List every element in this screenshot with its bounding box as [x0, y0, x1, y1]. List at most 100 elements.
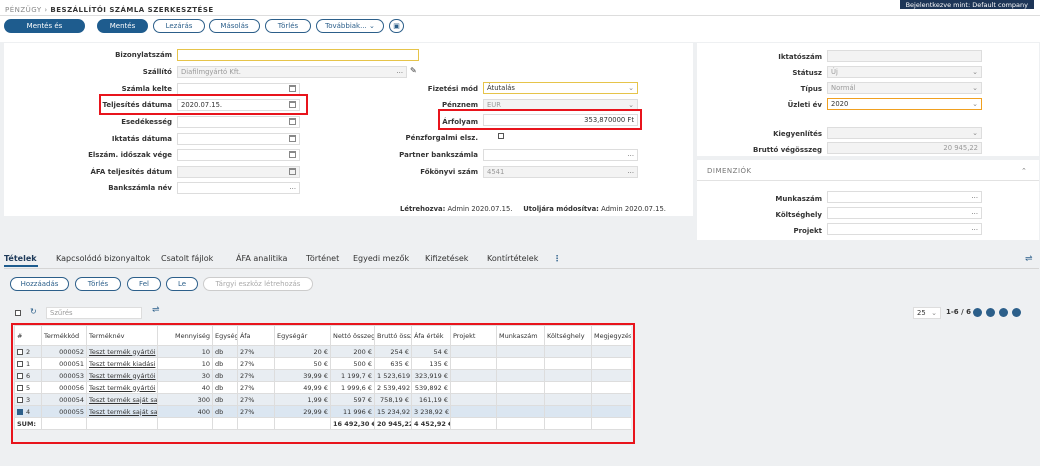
- munkaszam-label: Munkaszám: [775, 195, 822, 203]
- chevron-down-icon: ⌄: [972, 84, 978, 92]
- szallito-value: Diafilmgyártó Kft.: [181, 68, 241, 76]
- penzforgalmi-label: Pénzforgalmi elsz.: [405, 134, 478, 142]
- elszam-label: Elszám. időszak vége: [88, 151, 172, 159]
- arfolyam-input[interactable]: 353,870000 Ft: [483, 114, 638, 126]
- lookup-icon[interactable]: ...: [628, 149, 634, 159]
- add-button[interactable]: Hozzáadás: [10, 277, 69, 291]
- uzleti-ev-select[interactable]: 2020 ⌄: [827, 98, 982, 110]
- bizonylatszam-input[interactable]: [177, 49, 419, 61]
- asset-button[interactable]: Tárgyi eszköz létrehozás: [203, 277, 313, 291]
- fokonyvi-label: Főkönyvi szám: [420, 168, 478, 176]
- more-button[interactable]: Továbbiak... ⌄: [316, 19, 384, 33]
- tab-csatolt[interactable]: Csatolt fájlok: [161, 254, 213, 263]
- select-all-checkbox[interactable]: [15, 310, 21, 316]
- close-button[interactable]: Lezárás: [153, 19, 205, 33]
- lookup-icon[interactable]: ...: [290, 182, 296, 192]
- szamla-kelte-label: Számla kelte: [121, 85, 172, 93]
- more-label: Továbbiak...: [325, 22, 367, 30]
- calendar-icon[interactable]: [289, 168, 296, 175]
- tab-egyedi[interactable]: Egyedi mezők: [353, 254, 409, 263]
- page-size-select[interactable]: 25 ⌄: [913, 307, 941, 319]
- esedekesseg-input[interactable]: [177, 116, 300, 128]
- penzforgalmi-checkbox[interactable]: [498, 133, 504, 139]
- tab-kifizetesek[interactable]: Kifizetések: [425, 254, 468, 263]
- tipus-select[interactable]: Normál ⌄: [827, 82, 982, 94]
- calendar-icon[interactable]: [289, 151, 296, 158]
- save-close-button[interactable]: Mentés és bezárás: [4, 19, 85, 42]
- edit-icon[interactable]: ✎: [410, 66, 417, 75]
- next-page-icon[interactable]: [999, 308, 1008, 317]
- koltseghely-input[interactable]: ...: [827, 207, 982, 219]
- last-page-icon[interactable]: [1012, 308, 1021, 317]
- iktatoszam-label: Iktatószám: [778, 53, 822, 61]
- tab-afa-analitika[interactable]: ÁFA analitika: [236, 254, 287, 263]
- chevron-down-icon: ⌄: [628, 84, 634, 92]
- first-page-icon[interactable]: [973, 308, 982, 317]
- tipus-label: Típus: [800, 85, 822, 93]
- prev-page-icon[interactable]: [986, 308, 995, 317]
- filter-reset-icon[interactable]: ↻: [30, 307, 37, 316]
- koltseghely-label: Költséghely: [775, 211, 822, 219]
- chevron-down-icon: ⌄: [931, 309, 937, 317]
- statusz-select[interactable]: Új ⌄: [827, 66, 982, 78]
- breadcrumb: PÉNZÜGY › BESZÁLLÍTÓI SZÁMLA SZERKESZTÉS…: [5, 6, 214, 14]
- afa-telj-label: ÁFA teljesítés dátum: [90, 168, 172, 176]
- fizetesi-select[interactable]: Átutalás ⌄: [483, 82, 638, 94]
- lookup-icon[interactable]: ...: [628, 166, 634, 176]
- calendar-icon[interactable]: [289, 85, 296, 92]
- created-info: Létrehozva: Admin 2020.07.15. Utoljára m…: [400, 205, 666, 213]
- filter-input[interactable]: Szűrés: [46, 307, 142, 319]
- statusz-label: Státusz: [792, 69, 822, 77]
- munkaszam-input[interactable]: ...: [827, 191, 982, 203]
- tab-tetelek[interactable]: Tételek: [4, 254, 37, 263]
- iktatoszam-input[interactable]: [827, 50, 982, 62]
- chevron-down-icon: ⌄: [972, 68, 978, 76]
- afa-telj-input[interactable]: [177, 166, 300, 178]
- user-badge: Bejelentkezve mint: Default company: [899, 0, 1034, 9]
- kiegyenlites-select[interactable]: ⌄: [827, 127, 982, 139]
- brutto-label: Bruttó végösszeg: [752, 146, 822, 154]
- bankszamla-input[interactable]: ...: [177, 182, 300, 194]
- lookup-icon[interactable]: ...: [397, 66, 403, 76]
- partner-bank-label: Partner bankszámla: [399, 151, 478, 159]
- grid-delete-button[interactable]: Törlés: [75, 277, 121, 291]
- fizetesi-label: Fizetési mód: [427, 85, 478, 93]
- lookup-icon[interactable]: ...: [972, 207, 978, 217]
- partner-bank-input[interactable]: ...: [483, 149, 638, 161]
- lookup-icon[interactable]: ...: [972, 223, 978, 233]
- swap-icon[interactable]: ⇌: [152, 305, 160, 315]
- copy-button[interactable]: Másolás: [209, 19, 260, 33]
- lookup-icon[interactable]: ...: [972, 191, 978, 201]
- tab-kapcsolodo[interactable]: Kapcsolódó bizonyaltok: [56, 254, 150, 263]
- calendar-icon[interactable]: [289, 101, 296, 108]
- down-button[interactable]: Le: [166, 277, 198, 291]
- collapse-icon[interactable]: ⌃: [1021, 167, 1027, 175]
- projekt-label: Projekt: [793, 227, 822, 235]
- bankszamla-label: Bankszámla név: [108, 184, 172, 192]
- calendar-icon[interactable]: [289, 118, 296, 125]
- tab-kontir[interactable]: Kontírtételek: [487, 254, 538, 263]
- up-button[interactable]: Fel: [127, 277, 161, 291]
- teljesites-label: Teljesítés dátuma: [102, 101, 172, 109]
- more-tabs-icon[interactable]: ⋮: [553, 254, 561, 263]
- delete-button[interactable]: Törlés: [265, 19, 311, 33]
- save-disk-icon[interactable]: ▣: [389, 19, 404, 33]
- projekt-input[interactable]: ...: [827, 223, 982, 235]
- szallito-input[interactable]: Diafilmgyártó Kft....: [177, 66, 407, 78]
- swap-icon[interactable]: ⇌: [1025, 254, 1033, 264]
- elszam-input[interactable]: [177, 149, 300, 161]
- iktatas-input[interactable]: [177, 133, 300, 145]
- fokonyvi-input[interactable]: 4541...: [483, 166, 638, 178]
- teljesites-input[interactable]: 2020.07.15.: [177, 99, 300, 111]
- esedekesseg-label: Esedékesség: [121, 118, 172, 126]
- save-button[interactable]: Mentés: [97, 19, 148, 33]
- chevron-down-icon: ⌄: [972, 100, 978, 108]
- arfolyam-label: Árfolyam: [442, 118, 478, 126]
- iktatas-label: Iktatás dátuma: [111, 135, 172, 143]
- divider: [0, 15, 1040, 16]
- tab-tortenet[interactable]: Történet: [306, 254, 339, 263]
- uzleti-ev-label: Üzleti év: [787, 101, 822, 109]
- szallito-label: Szállító: [142, 68, 172, 76]
- calendar-icon[interactable]: [289, 135, 296, 142]
- page-title: BESZÁLLÍTÓI SZÁMLA SZERKESZTÉSE: [50, 6, 214, 14]
